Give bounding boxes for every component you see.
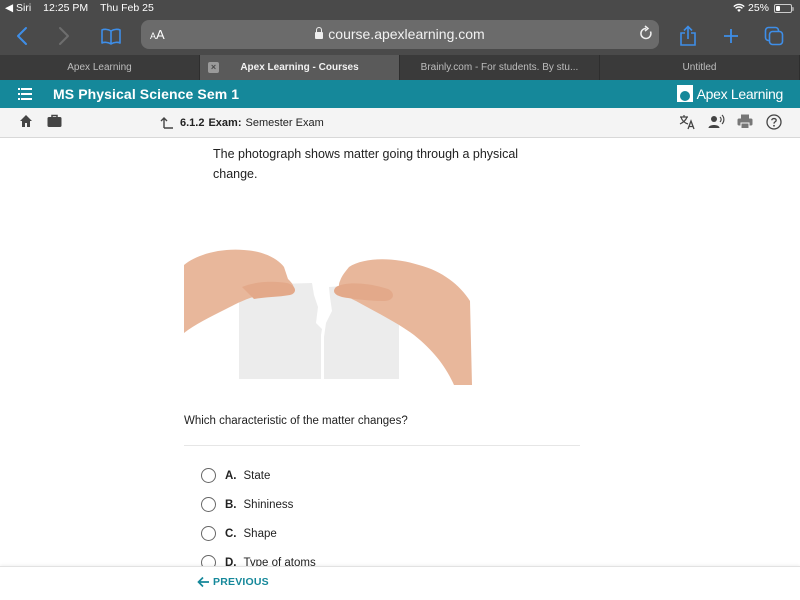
reload-icon (640, 25, 652, 40)
back-button[interactable] (8, 17, 36, 55)
battery-level (776, 5, 780, 11)
chevron-left-icon (17, 27, 27, 45)
reload-button[interactable] (639, 25, 653, 45)
navigation-footer: PREVIOUS (0, 566, 800, 600)
battery-percent: 25% (747, 2, 769, 14)
battery-icon (774, 3, 794, 13)
wifi-icon (733, 3, 745, 12)
question-text: Which characteristic of the matter chang… (184, 415, 408, 427)
radio-button[interactable] (201, 526, 216, 541)
previous-button[interactable]: PREVIOUS (197, 576, 269, 588)
new-tab-button[interactable] (719, 17, 743, 55)
question-prompt: The photograph shows matter going throug… (213, 147, 519, 181)
answer-option-c[interactable]: C. Shape (201, 519, 316, 548)
forward-button[interactable] (50, 17, 78, 55)
url-text: course.apexlearning.com (328, 26, 485, 42)
brand-logo: Apex Learning (676, 85, 783, 102)
arrow-left-icon (197, 576, 209, 588)
browser-tab[interactable]: Apex Learning (0, 55, 200, 80)
lock-icon (315, 27, 324, 39)
back-to-app-link[interactable]: ◀ Siri (5, 2, 31, 14)
address-bar[interactable]: AA course.apexlearning.com (141, 20, 659, 49)
section-type: Exam: (208, 117, 242, 129)
ios-status-bar: ◀ Siri 12:25 PM Thu Feb 25 25% (0, 0, 800, 17)
breadcrumb: 6.1.2 Exam: Semester Exam (160, 116, 324, 130)
answer-option-d[interactable]: D. Type of atoms (201, 548, 316, 566)
tabs-icon (764, 26, 784, 46)
home-icon[interactable] (19, 114, 33, 133)
share-button[interactable] (676, 17, 700, 55)
clock: 12:25 PM (43, 2, 89, 14)
course-title: MS Physical Science Sem 1 (53, 86, 240, 102)
section-number: 6.1.2 (180, 117, 205, 129)
answer-options: A. State B. Shininess C. Shape D. Type o… (201, 461, 316, 566)
menu-icon[interactable] (18, 88, 32, 100)
browser-tab-strip: Apex Learning × Apex Learning - Courses … (0, 55, 800, 80)
course-header: MS Physical Science Sem 1 Apex Learning (0, 80, 800, 108)
browser-tab[interactable]: Brainly.com - For students. By stu... (400, 55, 600, 80)
close-tab-icon[interactable]: × (208, 62, 219, 73)
translate-icon[interactable] (679, 114, 696, 135)
radio-button[interactable] (201, 468, 216, 483)
help-icon[interactable] (766, 114, 782, 135)
text-to-speech-icon[interactable] (708, 114, 725, 135)
up-arrow-icon[interactable] (160, 116, 174, 130)
activity-toolbar: 6.1.2 Exam: Semester Exam (0, 108, 800, 138)
share-icon (680, 25, 696, 46)
radio-button[interactable] (201, 555, 216, 566)
briefcase-icon[interactable] (47, 114, 62, 133)
date: Thu Feb 25 (100, 2, 154, 14)
bookmarks-button[interactable] (97, 17, 125, 55)
apex-logo-icon (676, 85, 693, 102)
chevron-right-icon (59, 27, 69, 45)
browser-toolbar: AA course.apexlearning.com (0, 17, 800, 55)
radio-button[interactable] (201, 497, 216, 512)
torn-paper-photo (184, 249, 472, 385)
answer-option-b[interactable]: B. Shininess (201, 490, 316, 519)
question-content: The photograph shows matter going throug… (0, 139, 800, 566)
answer-option-a[interactable]: A. State (201, 461, 316, 490)
book-icon (101, 28, 121, 45)
divider (184, 445, 580, 446)
section-title: Semester Exam (245, 117, 324, 129)
plus-icon (724, 29, 738, 43)
browser-tab[interactable]: Untitled (600, 55, 800, 80)
tabs-overview-button[interactable] (762, 17, 786, 55)
browser-tab-active[interactable]: × Apex Learning - Courses (200, 55, 400, 80)
print-icon[interactable] (737, 114, 753, 134)
